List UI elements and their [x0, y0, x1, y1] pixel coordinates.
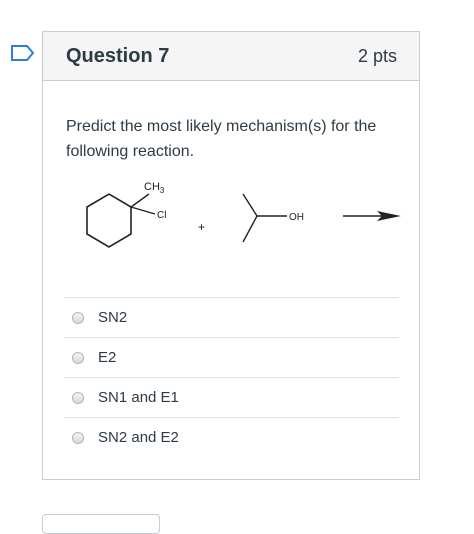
methyl-bond: [130, 193, 150, 208]
radio-button[interactable]: [72, 351, 84, 364]
question-points: 2 pts: [357, 45, 397, 66]
answer-label: SN2: [98, 309, 128, 326]
answer-list: SN2 E2 SN1 and E1 SN2 and E2: [64, 297, 399, 457]
next-button[interactable]: [42, 514, 160, 534]
isopropyl-bond-upper: [242, 193, 258, 217]
cyclohexane-ring: [86, 193, 132, 248]
hydroxyl-label: OH: [289, 212, 304, 223]
methyl-label: CH3: [144, 181, 165, 195]
answer-label: SN2 and E2: [98, 429, 179, 446]
bookmark-flag-icon[interactable]: [10, 44, 36, 62]
answer-option-sn1-e1[interactable]: SN1 and E1: [64, 377, 399, 417]
answer-label: SN1 and E1: [98, 389, 179, 406]
question-header: Question 7 2 pts: [43, 32, 419, 81]
question-title: Question 7: [66, 44, 170, 67]
isopropyl-bond-lower: [242, 215, 258, 243]
radio-button[interactable]: [72, 391, 84, 404]
chloro-label: Cl: [157, 210, 166, 221]
answer-option-sn2-e2[interactable]: SN2 and E2: [64, 417, 399, 457]
plus-sign: +: [198, 220, 205, 234]
answer-label: E2: [98, 349, 117, 366]
radio-button[interactable]: [72, 431, 84, 444]
question-card: Question 7 2 pts Predict the most likely…: [42, 31, 420, 480]
chloro-bond: [130, 206, 156, 215]
answer-option-e2[interactable]: E2: [64, 337, 399, 377]
answer-option-sn2[interactable]: SN2: [64, 297, 399, 337]
question-text: Predict the most likely mechanism(s) for…: [66, 118, 377, 160]
radio-button[interactable]: [72, 311, 84, 324]
reaction-scheme: CH3 Cl + OH: [86, 181, 401, 248]
